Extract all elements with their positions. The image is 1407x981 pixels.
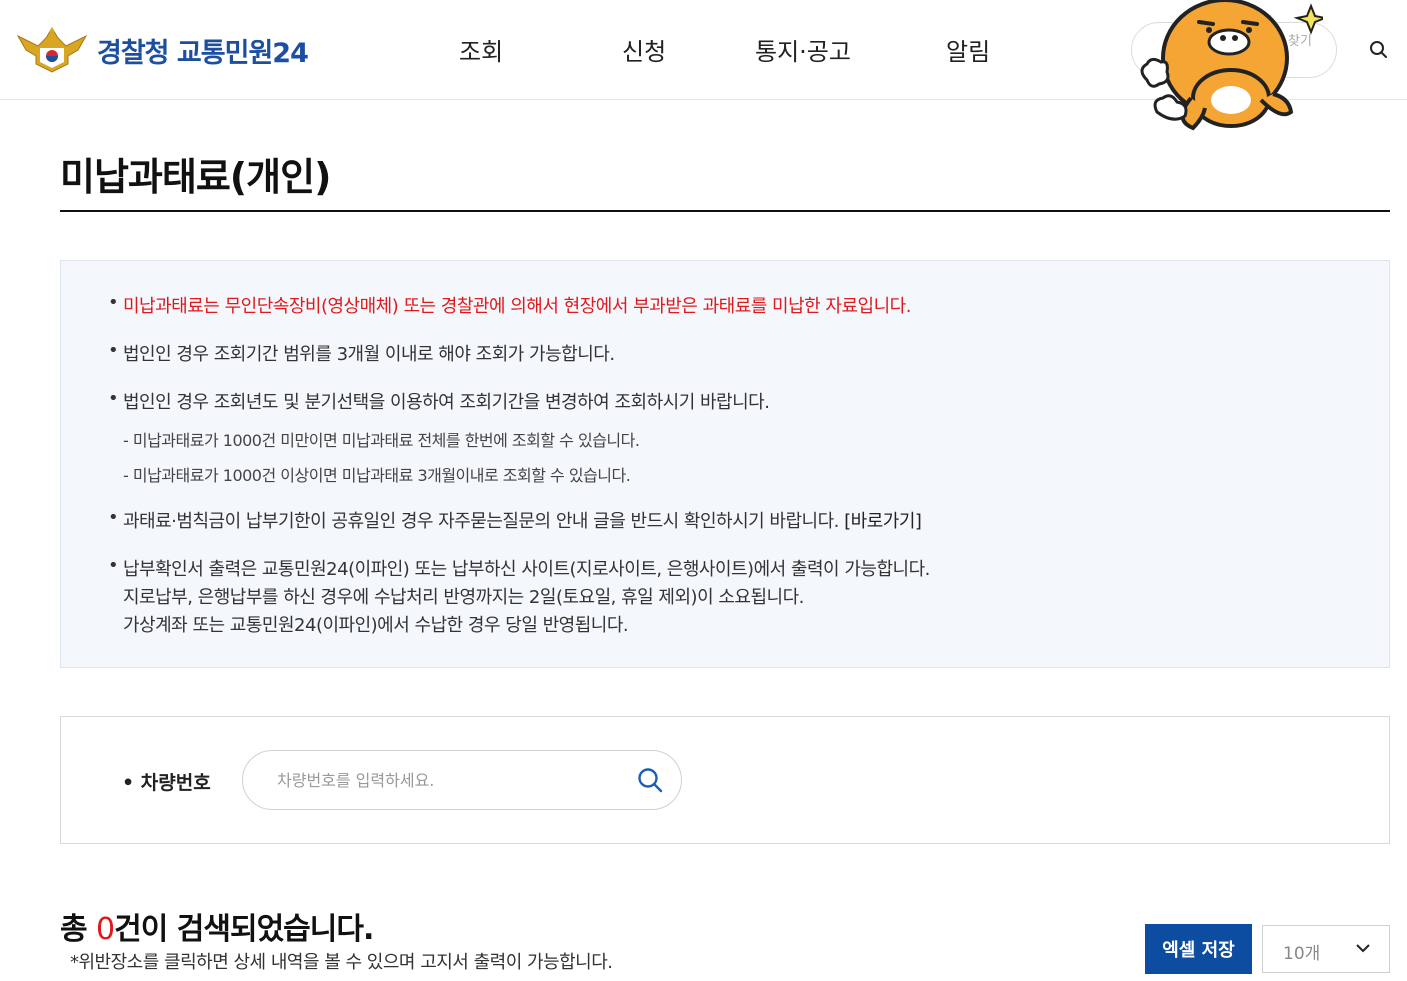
info-line-receipt-sameday: 가상계좌 또는 교통민원24(이파인)에서 수납한 경우 당일 반영됩니다. — [123, 615, 629, 636]
holiday-text: 과태료·범칙금이 납부기한이 공휴일인 경우 자주묻는질문의 안내 글을 반드시… — [123, 511, 839, 532]
result-suffix: 건이 검색되었습니다. — [114, 912, 374, 947]
info-subline-under-1000: - 미납과태료가 1000건 미만이면 미납과태료 전체를 한번에 조회할 수 … — [123, 431, 640, 450]
site-header: 경찰청 교통민원24 조회 신청 통지·공고 알림 찾기 — [0, 0, 1407, 131]
shortcut-link[interactable]: [바로가기] — [844, 511, 922, 532]
result-note: *위반장소를 클릭하면 상세 내역을 볼 수 있으며 고지서 출력이 가능합니다… — [70, 952, 613, 973]
search-icon[interactable] — [637, 767, 663, 793]
info-line-unpaid-definition: 미납과태료는 무인단속장비(영상매체) 또는 경찰관에 의해서 현장에서 부과받… — [123, 296, 911, 317]
result-count: 0 — [96, 912, 115, 947]
info-line-holiday: 과태료·범칙금이 납부기한이 공휴일인 경우 자주묻는질문의 안내 글을 반드시… — [123, 507, 922, 533]
plate-number-input[interactable] — [242, 750, 682, 810]
bullet-marker: • — [108, 507, 119, 528]
logo-title: 경찰청 교통민원24 — [97, 37, 309, 69]
excel-save-button[interactable]: 엑셀 저장 — [1145, 924, 1252, 974]
page-size-value: 10개 — [1283, 944, 1321, 964]
nav-item-inquiry[interactable]: 조회 — [459, 32, 503, 67]
info-line-receipt-delay: 지로납부, 은행납부를 하신 경우에 수납처리 반영까지는 2일(토요일, 휴일… — [123, 587, 804, 608]
info-line-receipt: 납부확인서 출력은 교통민원24(이파인) 또는 납부하신 사이트(지로사이트,… — [123, 559, 930, 580]
site-logo[interactable]: 경찰청 교통민원24 — [16, 26, 309, 74]
info-line-corporate-quarter: 법인인 경우 조회년도 및 분기선택을 이용하여 조회기간을 변경하여 조회하시… — [123, 392, 770, 413]
bullet-marker: • — [108, 340, 119, 361]
chevron-down-icon — [1356, 944, 1370, 953]
nav-item-alerts[interactable]: 알림 — [946, 32, 990, 67]
bullet-marker: • — [108, 388, 119, 409]
page-size-select[interactable]: 10개 — [1262, 925, 1390, 973]
info-line-corporate-range: 법인인 경우 조회기간 범위를 3개월 이내로 해야 조회가 가능합니다. — [123, 344, 615, 365]
nav-item-notice[interactable]: 통지·공고 — [755, 32, 851, 67]
page-title: 미납과태료(개인) — [60, 155, 331, 199]
info-subline-over-1000: - 미납과태료가 1000건 이상이면 미납과태료 3개월이내로 조회할 수 있… — [123, 466, 631, 485]
mascot-character-icon — [1140, 0, 1323, 131]
result-summary: 총 0건이 검색되었습니다. — [60, 904, 374, 948]
search-icon[interactable] — [1369, 40, 1389, 60]
police-emblem-icon — [16, 27, 88, 73]
result-prefix: 총 — [60, 912, 97, 947]
nav-item-application[interactable]: 신청 — [622, 32, 666, 67]
plate-number-label: • 차량번호 — [122, 772, 211, 794]
bullet-marker: • — [108, 292, 119, 313]
title-divider — [60, 210, 1390, 212]
bullet-marker: • — [108, 555, 119, 576]
